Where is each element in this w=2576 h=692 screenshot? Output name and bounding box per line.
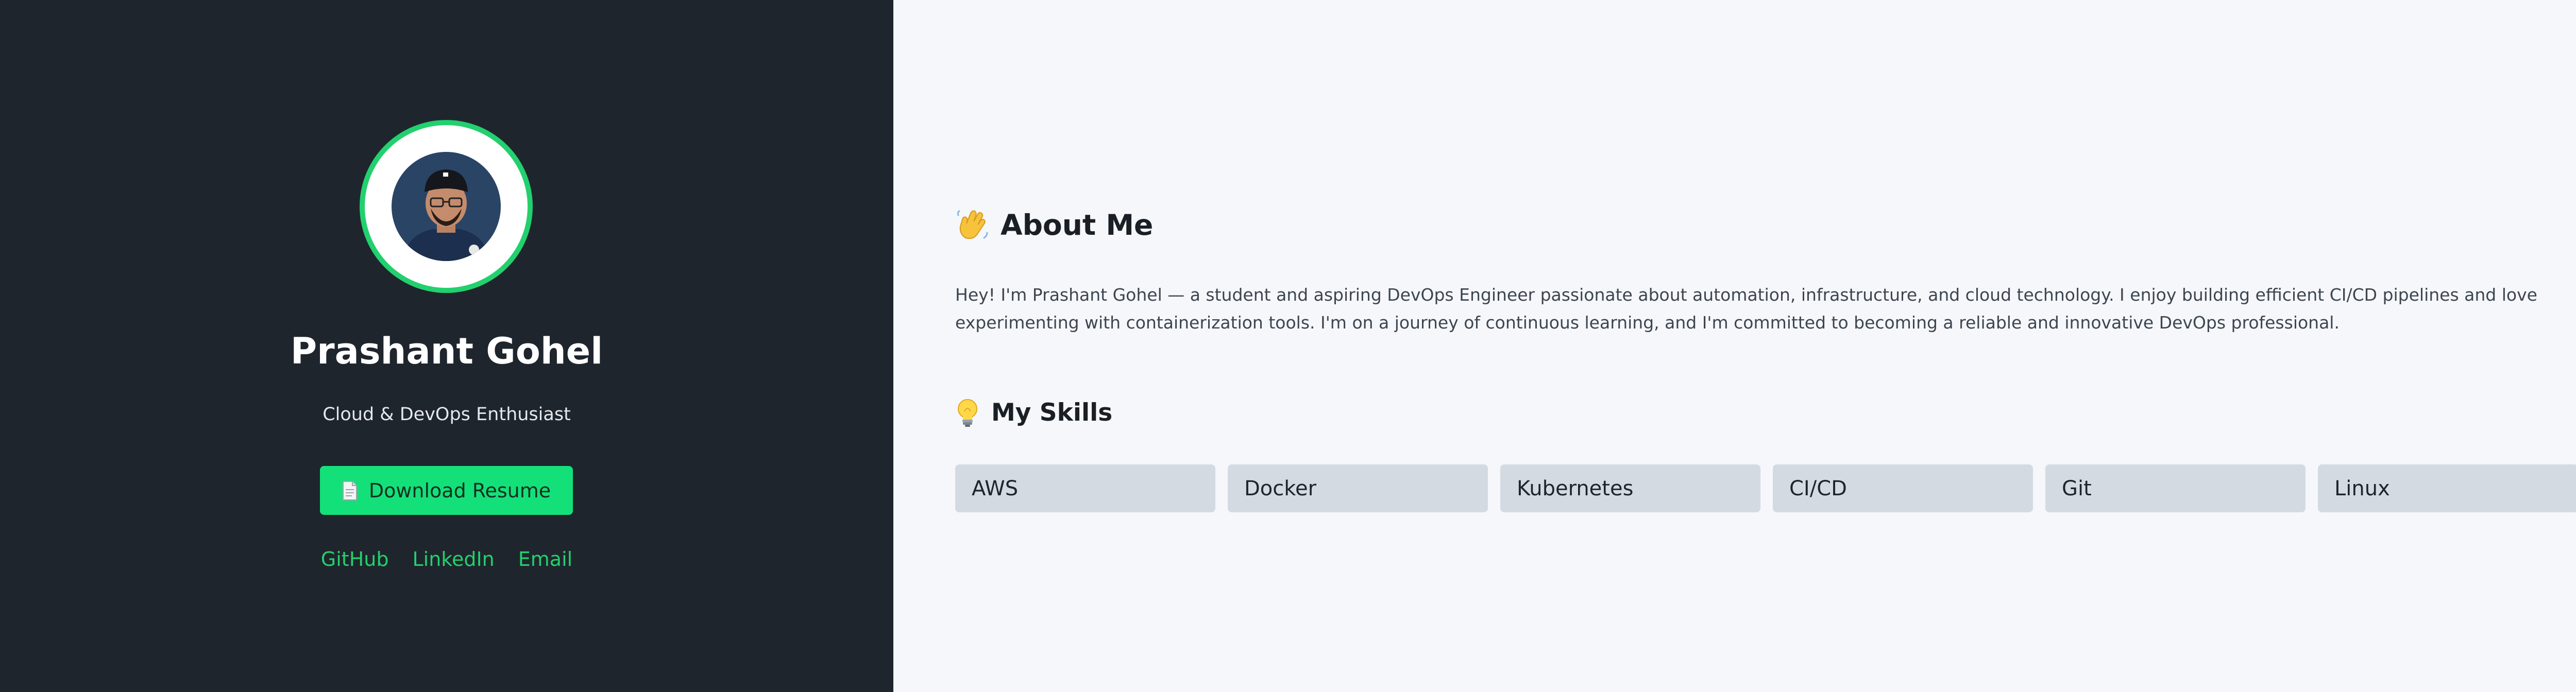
skill-badge-linux: Linux <box>2318 464 2576 512</box>
light-bulb-icon <box>955 398 980 428</box>
skill-badge-aws: AWS <box>955 464 1215 512</box>
github-link[interactable]: GitHub <box>321 546 389 573</box>
document-icon <box>342 480 358 501</box>
profile-name: Prashant Gohel <box>290 330 603 372</box>
avatar <box>360 120 533 293</box>
about-title: About Me <box>1001 209 1154 241</box>
about-heading: About Me <box>955 207 1153 243</box>
page: Prashant Gohel Cloud & DevOps Enthusiast… <box>0 0 2576 692</box>
linkedin-link[interactable]: LinkedIn <box>412 546 494 573</box>
skill-badge-cicd: CI/CD <box>1773 464 2033 512</box>
download-resume-label: Download Resume <box>368 479 551 502</box>
profile-sidebar: Prashant Gohel Cloud & DevOps Enthusiast… <box>0 0 893 692</box>
skill-badge-kubernetes: Kubernetes <box>1500 464 1760 512</box>
skills-heading: My Skills <box>955 396 1112 429</box>
about-text: Hey! I'm Prashant Gohel — a student and … <box>955 285 2537 333</box>
main-content: About Me Hey! I'm Prashant Gohel — a stu… <box>893 0 2576 692</box>
skill-badge-git: Git <box>2045 464 2306 512</box>
download-resume-button[interactable]: Download Resume <box>320 466 573 515</box>
skill-badge-docker: Docker <box>1228 464 1488 512</box>
profile-tagline: Cloud & DevOps Enthusiast <box>323 404 571 425</box>
profile-photo <box>392 152 501 261</box>
email-link[interactable]: Email <box>518 546 572 573</box>
social-links: GitHub LinkedIn Email <box>0 546 893 573</box>
waving-hand-icon <box>955 208 989 242</box>
skills-title: My Skills <box>991 399 1113 427</box>
skills-list: AWS Docker Kubernetes CI/CD Git Linux <box>955 464 2576 512</box>
